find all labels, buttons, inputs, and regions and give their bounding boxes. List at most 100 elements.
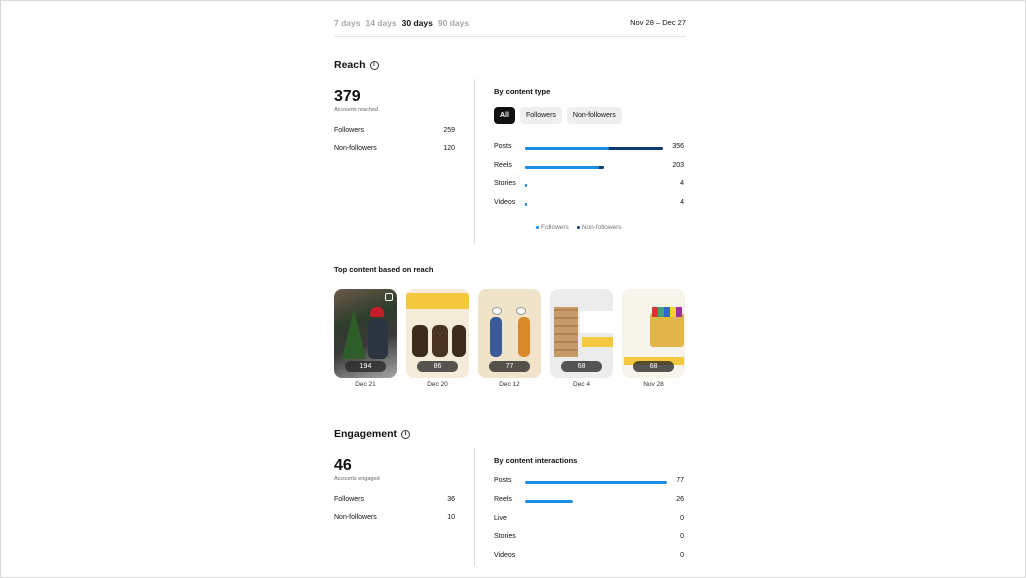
reach-vertical-divider xyxy=(474,79,475,244)
top-content-date-5: Nov 28 xyxy=(643,381,664,388)
reach-bar-track xyxy=(525,165,663,169)
followers-bar-segment xyxy=(525,147,610,150)
engagement-row-value: 26 xyxy=(676,495,684,503)
interactions-bar-segment xyxy=(525,481,667,484)
tree-shape xyxy=(342,309,366,359)
top-content-thumb-1[interactable]: 194 xyxy=(334,289,397,378)
top-content-date-4: Dec 4 xyxy=(573,381,590,388)
info-icon[interactable]: i xyxy=(401,429,411,439)
engagement-row-value: 0 xyxy=(680,514,684,522)
non-followers-dot-icon xyxy=(576,225,580,229)
reach-row-videos: Videos 4 xyxy=(494,199,684,209)
person-shape xyxy=(368,319,388,359)
engagement-row-label: Reels xyxy=(494,495,512,503)
reach-row-label: Videos xyxy=(494,198,516,206)
audience-filter-chips: All Followers Non-followers xyxy=(494,107,622,124)
followers-bar-segment xyxy=(525,202,527,206)
reach-badge: 86 xyxy=(417,361,458,372)
engagement-bar-track xyxy=(525,499,663,503)
title-banner-shape xyxy=(406,293,469,309)
engagement-title: Engagement i xyxy=(334,428,411,440)
tab-7-days[interactable]: 7 days xyxy=(334,18,360,36)
engagement-row-value: 0 xyxy=(680,552,684,560)
date-range: Nov 28 – Dec 27 xyxy=(630,18,686,27)
santa-hat-shape xyxy=(370,307,384,317)
reach-row-value: 4 xyxy=(680,198,684,206)
crayons-shape xyxy=(652,307,682,317)
monkey-shape xyxy=(432,325,448,357)
chip-followers[interactable]: Followers xyxy=(519,107,562,124)
reach-badge: 77 xyxy=(489,361,530,372)
crayon-box-shape xyxy=(650,313,684,347)
top-content-thumb-2[interactable]: 86 xyxy=(406,289,469,378)
reel-icon xyxy=(385,293,393,301)
engagement-bar-track xyxy=(525,556,663,559)
top-content-thumb-3[interactable]: 77 xyxy=(478,289,541,378)
by-content-type-title: By content type xyxy=(494,87,551,96)
followers-bar-segment xyxy=(525,184,527,188)
reach-row-label: Stories xyxy=(494,180,516,188)
reach-followers-label: Followers xyxy=(334,127,364,134)
reach-row-value: 356 xyxy=(672,143,684,150)
tab-90-days[interactable]: 90 days xyxy=(438,18,469,36)
engagement-vertical-divider xyxy=(474,448,475,566)
reach-badge: 194 xyxy=(345,361,386,372)
reach-row-reels: Reels 203 xyxy=(494,162,684,172)
engagement-bar-track xyxy=(525,519,663,522)
engagement-row-label: Stories xyxy=(494,533,516,541)
engagement-nonfollowers-label: Non-followers xyxy=(334,514,377,521)
reach-total: 379 xyxy=(334,88,361,105)
reach-row-label: Posts xyxy=(494,143,512,150)
highlight-box-shape xyxy=(582,337,613,347)
tab-30-days[interactable]: 30 days xyxy=(402,18,433,36)
monkey-shape xyxy=(412,325,428,357)
top-content-date-3: Dec 12 xyxy=(499,381,520,388)
reach-bar-track xyxy=(525,184,663,188)
engagement-row-value: 77 xyxy=(676,477,684,484)
reach-row-posts: Posts 356 xyxy=(494,143,684,153)
top-content-thumb-4[interactable]: 68 xyxy=(550,289,613,378)
reach-row-label: Reels xyxy=(494,161,512,169)
monkey-shape xyxy=(452,325,466,357)
engagement-total: 46 xyxy=(334,457,352,474)
tab-14-days[interactable]: 14 days xyxy=(365,18,396,36)
reach-title: Reach i xyxy=(334,59,379,71)
chip-all[interactable]: All xyxy=(494,107,515,124)
followers-dot-icon xyxy=(536,225,539,229)
chip-non-followers[interactable]: Non-followers xyxy=(566,107,622,124)
reach-followers-row: Followers 259 xyxy=(334,127,455,134)
followers-bar-segment xyxy=(525,165,599,169)
reach-title-text: Reach xyxy=(334,59,366,71)
engagement-row-posts: Posts 77 xyxy=(494,477,684,487)
engagement-total-label: Accounts engaged xyxy=(334,476,380,482)
reach-badge: 68 xyxy=(633,361,674,372)
engagement-row-live: Live 0 xyxy=(494,515,684,525)
engagement-followers-value: 36 xyxy=(447,496,455,503)
reach-followers-value: 259 xyxy=(443,127,455,134)
reach-bar-track xyxy=(525,147,663,150)
engagement-row-videos: Videos 0 xyxy=(494,552,684,562)
top-content-date-2: Dec 20 xyxy=(427,381,448,388)
engagement-row-stories: Stories 0 xyxy=(494,533,684,543)
top-content-title: Top content based on reach xyxy=(334,265,434,274)
engagement-row-label: Videos xyxy=(494,552,516,560)
reach-row-value: 203 xyxy=(672,161,684,169)
reach-bar-track xyxy=(525,202,663,206)
engagement-nonfollowers-value: 10 xyxy=(447,514,455,521)
engagement-bar-track xyxy=(525,537,663,540)
header-divider xyxy=(334,36,686,37)
reach-total-label: Accounts reached xyxy=(334,107,379,113)
top-content-thumb-5[interactable]: 68 xyxy=(622,289,685,378)
headline-box-shape xyxy=(580,311,613,333)
speech-bubble-shape xyxy=(516,307,526,315)
info-icon[interactable]: i xyxy=(369,60,379,70)
jenga-tower-shape xyxy=(554,307,578,357)
reach-nonfollowers-value: 120 xyxy=(443,145,455,152)
engagement-row-value: 0 xyxy=(680,533,684,541)
engagement-title-text: Engagement xyxy=(334,428,398,440)
top-content-date-1: Dec 21 xyxy=(355,381,376,388)
reach-row-value: 4 xyxy=(680,180,684,188)
engagement-followers-row: Followers 36 xyxy=(334,496,455,503)
interactions-bar-segment xyxy=(525,499,573,503)
figure-shape xyxy=(518,317,530,357)
